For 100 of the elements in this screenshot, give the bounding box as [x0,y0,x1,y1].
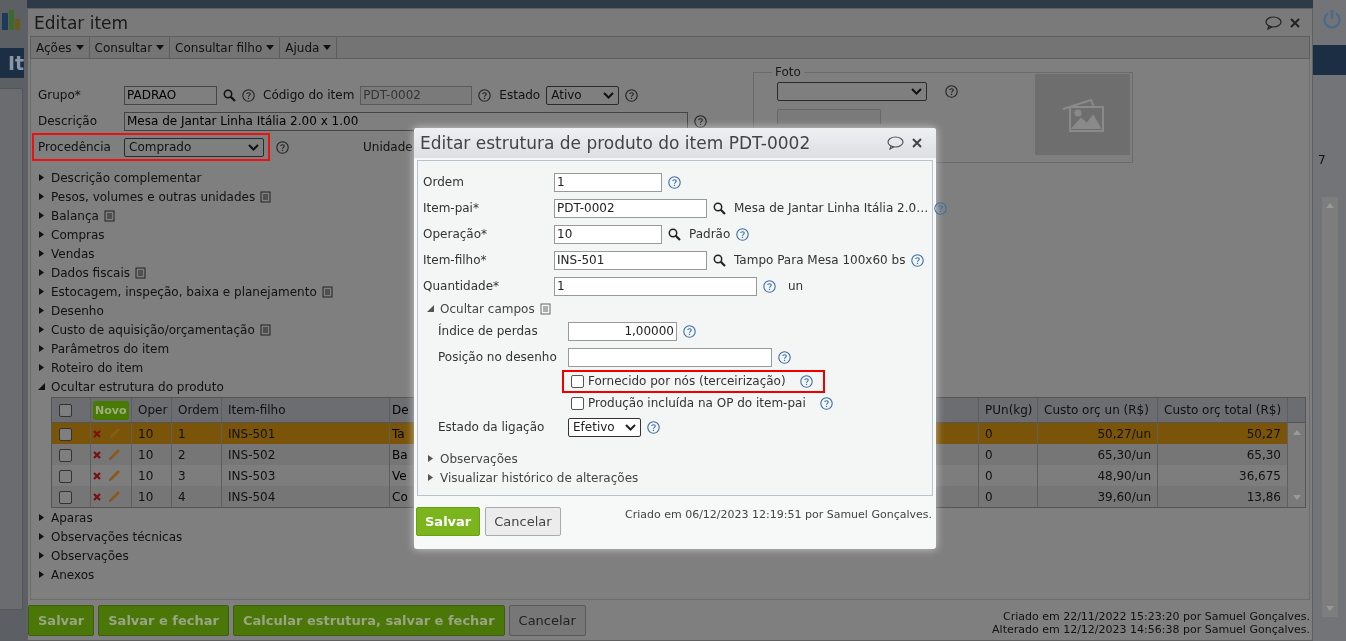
chevron-down-icon [911,88,922,95]
caret-down-icon [75,45,84,50]
cancel-button[interactable]: Cancelar [508,604,586,636]
section-toggle[interactable]: Aparas [51,510,93,525]
field-label: Estado [499,88,541,102]
table-cell: 0 [978,486,1038,507]
search-icon[interactable] [668,227,681,241]
page-heading: It [0,48,24,78]
section-toggle[interactable]: Pesos, volumes e outras unidades [51,189,256,204]
panel-legend: Foto [772,65,804,79]
section-toggle[interactable]: Vendas [51,246,95,261]
help-icon[interactable] [799,374,813,388]
menu-item[interactable]: Ações [31,37,90,58]
input-field[interactable] [568,347,772,367]
delete-icon[interactable] [93,450,101,459]
checkbox-label[interactable]: Produção incluída na OP do item-pai [588,396,806,410]
help-icon[interactable] [625,88,639,102]
field-label: Estado da ligação [438,420,546,434]
help-icon[interactable] [778,350,791,364]
column-header: Oper [131,398,172,423]
close-icon[interactable] [1290,17,1300,28]
input-field[interactable]: 1 [554,276,757,296]
field-label: Item-filho* [423,253,488,267]
section-toggle[interactable]: Observações [51,548,129,563]
checkbox[interactable] [59,427,72,441]
field-label: Unidade [363,140,413,154]
column-header: Custo orç total (R$) [1157,398,1288,423]
help-icon[interactable] [763,279,776,293]
input-field[interactable]: 10 [554,224,662,244]
audit-text: Alterado em 12/12/2023 14:56:38 por Samuel Gonçalves. [992,623,1310,636]
column-header: Ordem [171,398,222,423]
description-text: Tampo Para Mesa 100x60 bs [734,253,906,267]
section-toggle[interactable]: Dados fiscais [51,265,130,280]
menu-item[interactable]: Consultar [89,37,171,58]
column-header: PUn(kg) [978,398,1038,423]
comment-icon[interactable] [1265,15,1282,30]
checkbox[interactable] [571,374,584,388]
help-icon[interactable] [668,175,681,189]
select-field[interactable] [777,82,927,101]
save-button[interactable]: Salvar [416,507,481,536]
chevron-down-icon [625,423,636,431]
section-toggle[interactable]: Parâmetros do item [51,341,170,356]
delete-icon[interactable] [93,471,101,480]
caret-down-icon [323,45,332,50]
section-toggle[interactable]: Visualizar histórico de alterações [440,470,639,485]
checkbox[interactable] [59,469,72,483]
help-icon[interactable] [945,85,958,98]
section-toggle[interactable]: Balança [51,208,99,223]
section-toggle[interactable]: Ocultar estrutura do produto [51,379,224,394]
select-field[interactable]: Efetivo [568,417,641,437]
field-label: Operação* [423,227,489,241]
menu-item[interactable]: Ajuda [280,37,338,58]
section-toggle[interactable]: Descrição complementar [51,170,202,185]
help-icon[interactable] [647,420,660,434]
input-field[interactable]: INS-501 [554,250,707,270]
field-label: Índice de perdas [438,324,539,338]
field-label: Ordem [423,175,465,189]
input-field[interactable]: PDT-0002 [554,198,707,218]
select-field[interactable]: Ativo [546,85,620,105]
select-field[interactable]: Comprado [124,137,264,157]
search-icon[interactable] [713,201,726,215]
field-label: Grupo* [38,88,82,102]
checkbox[interactable] [59,490,72,504]
search-icon[interactable] [713,253,726,267]
section-toggle[interactable]: Ocultar campos [440,301,535,316]
field-label: Código do item [263,88,355,102]
checkbox[interactable] [571,396,584,410]
help-icon[interactable] [819,396,833,410]
checkbox[interactable] [59,448,72,462]
comment-icon[interactable] [887,136,904,150]
section-toggle[interactable]: Roteiro do item [51,360,144,375]
help-icon[interactable] [694,114,707,128]
section-toggle[interactable]: Observações [440,451,518,466]
help-icon[interactable] [911,253,925,267]
help-icon[interactable] [478,88,492,102]
menu-item[interactable]: Consultar filho [170,37,281,58]
header-bar [1313,45,1346,75]
page-counter: 7 [1317,153,1326,167]
section-toggle[interactable]: Observações técnicas [51,529,183,544]
section-toggle[interactable]: Custo de aquisição/orçamentação [51,322,255,337]
column-header: Item-filho [221,398,390,423]
input-field[interactable]: 1,00000 [568,321,677,341]
delete-icon[interactable] [93,492,101,501]
checkbox[interactable] [59,404,72,417]
input-field[interactable]: 1 [554,172,662,192]
input-field[interactable]: Mesa de Jantar Linha Itália 2.00 x 1.00 [124,111,688,131]
help-icon[interactable] [934,201,948,215]
description-text: Mesa de Jantar Linha Itália 2.0… [734,201,929,215]
checkbox-label[interactable]: Fornecido por nós (terceirização) [588,374,786,388]
section-toggle[interactable]: Anexos [51,567,95,582]
section-toggle[interactable]: Desenho [51,303,104,318]
help-icon[interactable] [242,88,255,102]
cancel-button[interactable]: Cancelar [485,507,561,536]
help-icon[interactable] [683,324,696,338]
help-icon[interactable] [736,227,750,241]
help-icon[interactable] [276,140,289,154]
section-toggle[interactable]: Estocagem, inspeção, baixa e planejamento [51,284,317,299]
input-field[interactable]: PADRAO [124,85,217,105]
section-toggle[interactable]: Compras [51,227,105,242]
close-icon[interactable] [912,138,922,148]
